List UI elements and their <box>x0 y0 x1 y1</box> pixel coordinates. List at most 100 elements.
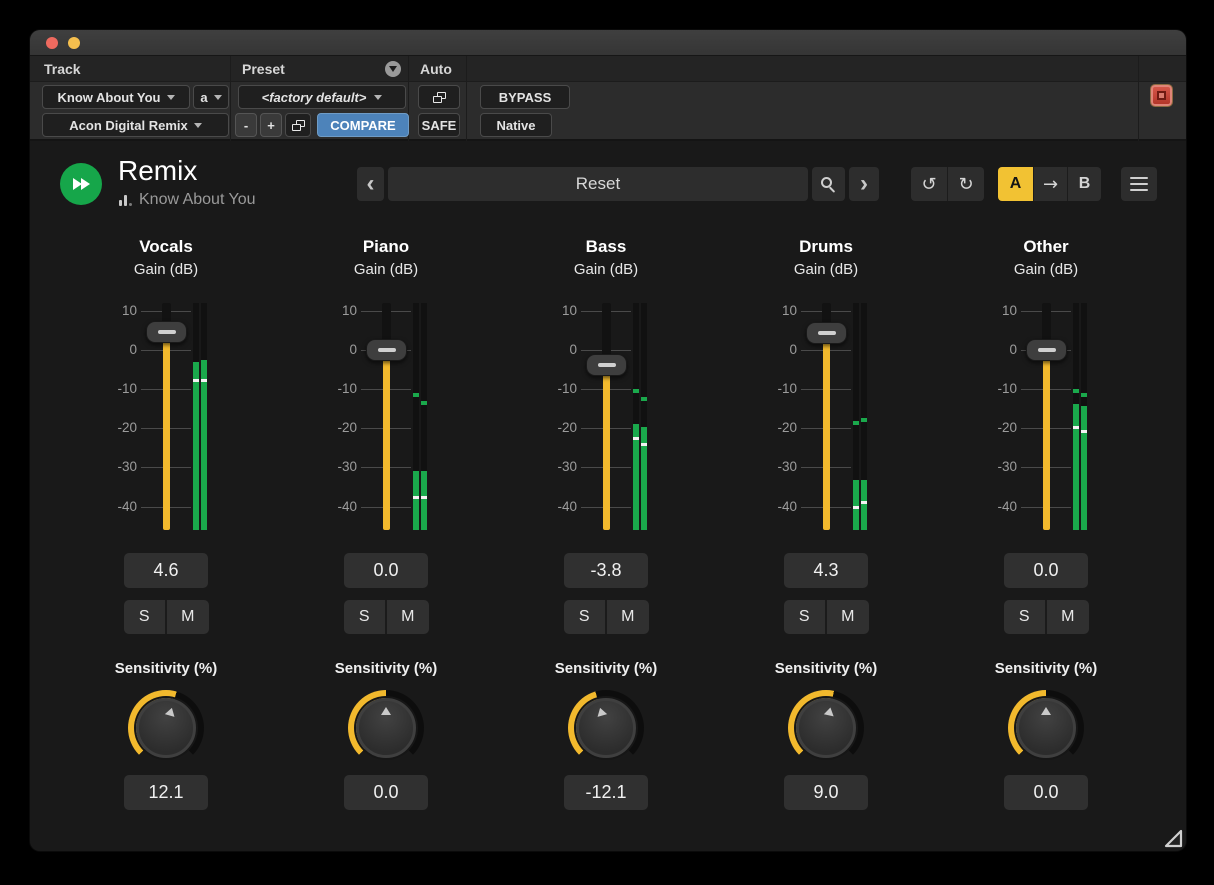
sensitivity-value[interactable]: 0.0 <box>1004 775 1088 810</box>
fader-handle[interactable] <box>366 339 407 361</box>
fader-track-fill <box>603 365 610 530</box>
fader-handle[interactable] <box>806 322 847 344</box>
previous-preset-button[interactable]: ‹ <box>357 167 384 201</box>
preset-column-label: Preset <box>242 61 285 77</box>
gain-fader[interactable]: -40-30-20-10010 <box>111 303 221 530</box>
track-selector[interactable]: Know About You <box>42 85 190 109</box>
copy-icon <box>292 120 305 131</box>
solo-button[interactable]: S <box>784 600 826 634</box>
automation-windows-icon <box>433 92 446 103</box>
strip-param-label: Gain (dB) <box>574 261 638 281</box>
redo-button[interactable]: ↻ <box>948 167 984 201</box>
sensitivity-value[interactable]: 12.1 <box>124 775 208 810</box>
toolbar-label-row <box>30 56 1186 82</box>
gain-fader[interactable]: -40-30-20-10010 <box>551 303 661 530</box>
sensitivity-knob[interactable] <box>128 690 204 766</box>
mute-button[interactable]: M <box>1047 600 1089 634</box>
plugin-subtitle: Know About You <box>139 191 256 209</box>
bypass-button[interactable]: BYPASS <box>480 85 570 109</box>
fader-handle[interactable] <box>586 354 627 376</box>
solo-mute-group: S M <box>784 600 869 634</box>
gain-value[interactable]: 0.0 <box>344 553 428 588</box>
scale-tick-label: -10 <box>771 381 797 396</box>
gain-fader[interactable]: -40-30-20-10010 <box>331 303 441 530</box>
undo-icon: ↺ <box>921 174 936 195</box>
fader-track-fill <box>163 332 170 530</box>
gain-value[interactable]: 4.6 <box>124 553 208 588</box>
mute-button[interactable]: M <box>827 600 869 634</box>
gain-value[interactable]: 4.3 <box>784 553 868 588</box>
gain-value[interactable]: -3.8 <box>564 553 648 588</box>
native-button[interactable]: Native <box>480 113 552 137</box>
plugin-selector[interactable]: Acon Digital Remix <box>42 113 229 137</box>
sensitivity-value[interactable]: 0.0 <box>344 775 428 810</box>
search-button[interactable] <box>812 167 845 201</box>
sensitivity-value[interactable]: -12.1 <box>564 775 648 810</box>
search-icon <box>821 177 836 192</box>
solo-button[interactable]: S <box>124 600 166 634</box>
preset-bar[interactable]: Reset <box>388 167 808 201</box>
fader-track-fill <box>383 350 390 530</box>
resize-handle[interactable] <box>1162 827 1184 849</box>
preset-menu-icon[interactable] <box>385 61 401 77</box>
plugin-target-button[interactable] <box>1150 84 1173 107</box>
gain-fader[interactable]: -40-30-20-10010 <box>771 303 881 530</box>
strip-name: Other <box>1023 237 1068 259</box>
solo-mute-group: S M <box>344 600 429 634</box>
minimize-button[interactable] <box>68 37 80 49</box>
level-meter-left <box>633 303 639 530</box>
solo-mute-group: S M <box>1004 600 1089 634</box>
sensitivity-label: Sensitivity (%) <box>995 660 1098 678</box>
solo-button[interactable]: S <box>344 600 386 634</box>
previous-preset-button[interactable]: - <box>235 113 257 137</box>
auto-enable-button[interactable] <box>418 85 460 109</box>
ab-copy-button[interactable]: → <box>1034 167 1067 201</box>
copy-preset-button[interactable] <box>285 113 311 137</box>
sensitivity-knob[interactable] <box>348 690 424 766</box>
solo-button[interactable]: S <box>1004 600 1046 634</box>
sensitivity-value[interactable]: 9.0 <box>784 775 868 810</box>
preset-selector[interactable]: <factory default> <box>238 85 406 109</box>
fader-handle[interactable] <box>146 321 187 343</box>
knob-pointer <box>165 706 177 716</box>
gain-fader[interactable]: -40-30-20-10010 <box>991 303 1101 530</box>
next-preset-button[interactable]: + <box>260 113 282 137</box>
sensitivity-knob[interactable] <box>788 690 864 766</box>
safe-button[interactable]: SAFE <box>418 113 460 137</box>
scale-tick-label: -10 <box>331 381 357 396</box>
fader-track-fill <box>823 333 830 530</box>
level-bars-icon <box>119 195 132 209</box>
fader-track-fill <box>1043 350 1050 530</box>
solo-button[interactable]: S <box>564 600 606 634</box>
sensitivity-knob[interactable] <box>1008 690 1084 766</box>
mute-button[interactable]: M <box>607 600 649 634</box>
menu-button[interactable] <box>1121 167 1157 201</box>
strip-param-label: Gain (dB) <box>1014 261 1078 281</box>
compare-button[interactable]: COMPARE <box>317 113 409 137</box>
remix-plugin: Remix Know About You ‹ Reset › ↺ ↻ A → B… <box>30 141 1186 851</box>
sensitivity-knob[interactable] <box>568 690 644 766</box>
scale-tick-label: -40 <box>771 499 797 514</box>
undo-redo-group: ↺ ↻ <box>911 167 984 201</box>
channel-strip: Vocals Gain (dB) -40-30-20-10010 4.6 S M… <box>56 237 276 810</box>
scale-tick-label: 0 <box>331 342 357 357</box>
next-preset-button[interactable]: › <box>849 167 879 201</box>
mute-button[interactable]: M <box>387 600 429 634</box>
scale-tick-label: -10 <box>991 381 1017 396</box>
solo-mute-group: S M <box>124 600 209 634</box>
track-variant-selector[interactable]: a <box>193 85 229 109</box>
ab-b-button[interactable]: B <box>1068 167 1101 201</box>
fader-handle[interactable] <box>1026 339 1067 361</box>
gain-value[interactable]: 0.0 <box>1004 553 1088 588</box>
ab-a-button[interactable]: A <box>998 167 1033 201</box>
undo-button[interactable]: ↺ <box>911 167 947 201</box>
scale-tick-label: -10 <box>551 381 577 396</box>
strip-name: Vocals <box>139 237 193 259</box>
arrow-right-icon: → <box>1043 174 1058 195</box>
close-button[interactable] <box>46 37 58 49</box>
mute-button[interactable]: M <box>167 600 209 634</box>
scale-tick-label: -20 <box>551 420 577 435</box>
scale-tick-label: -40 <box>331 499 357 514</box>
level-meter-right <box>201 303 207 530</box>
strip-name: Drums <box>799 237 853 259</box>
